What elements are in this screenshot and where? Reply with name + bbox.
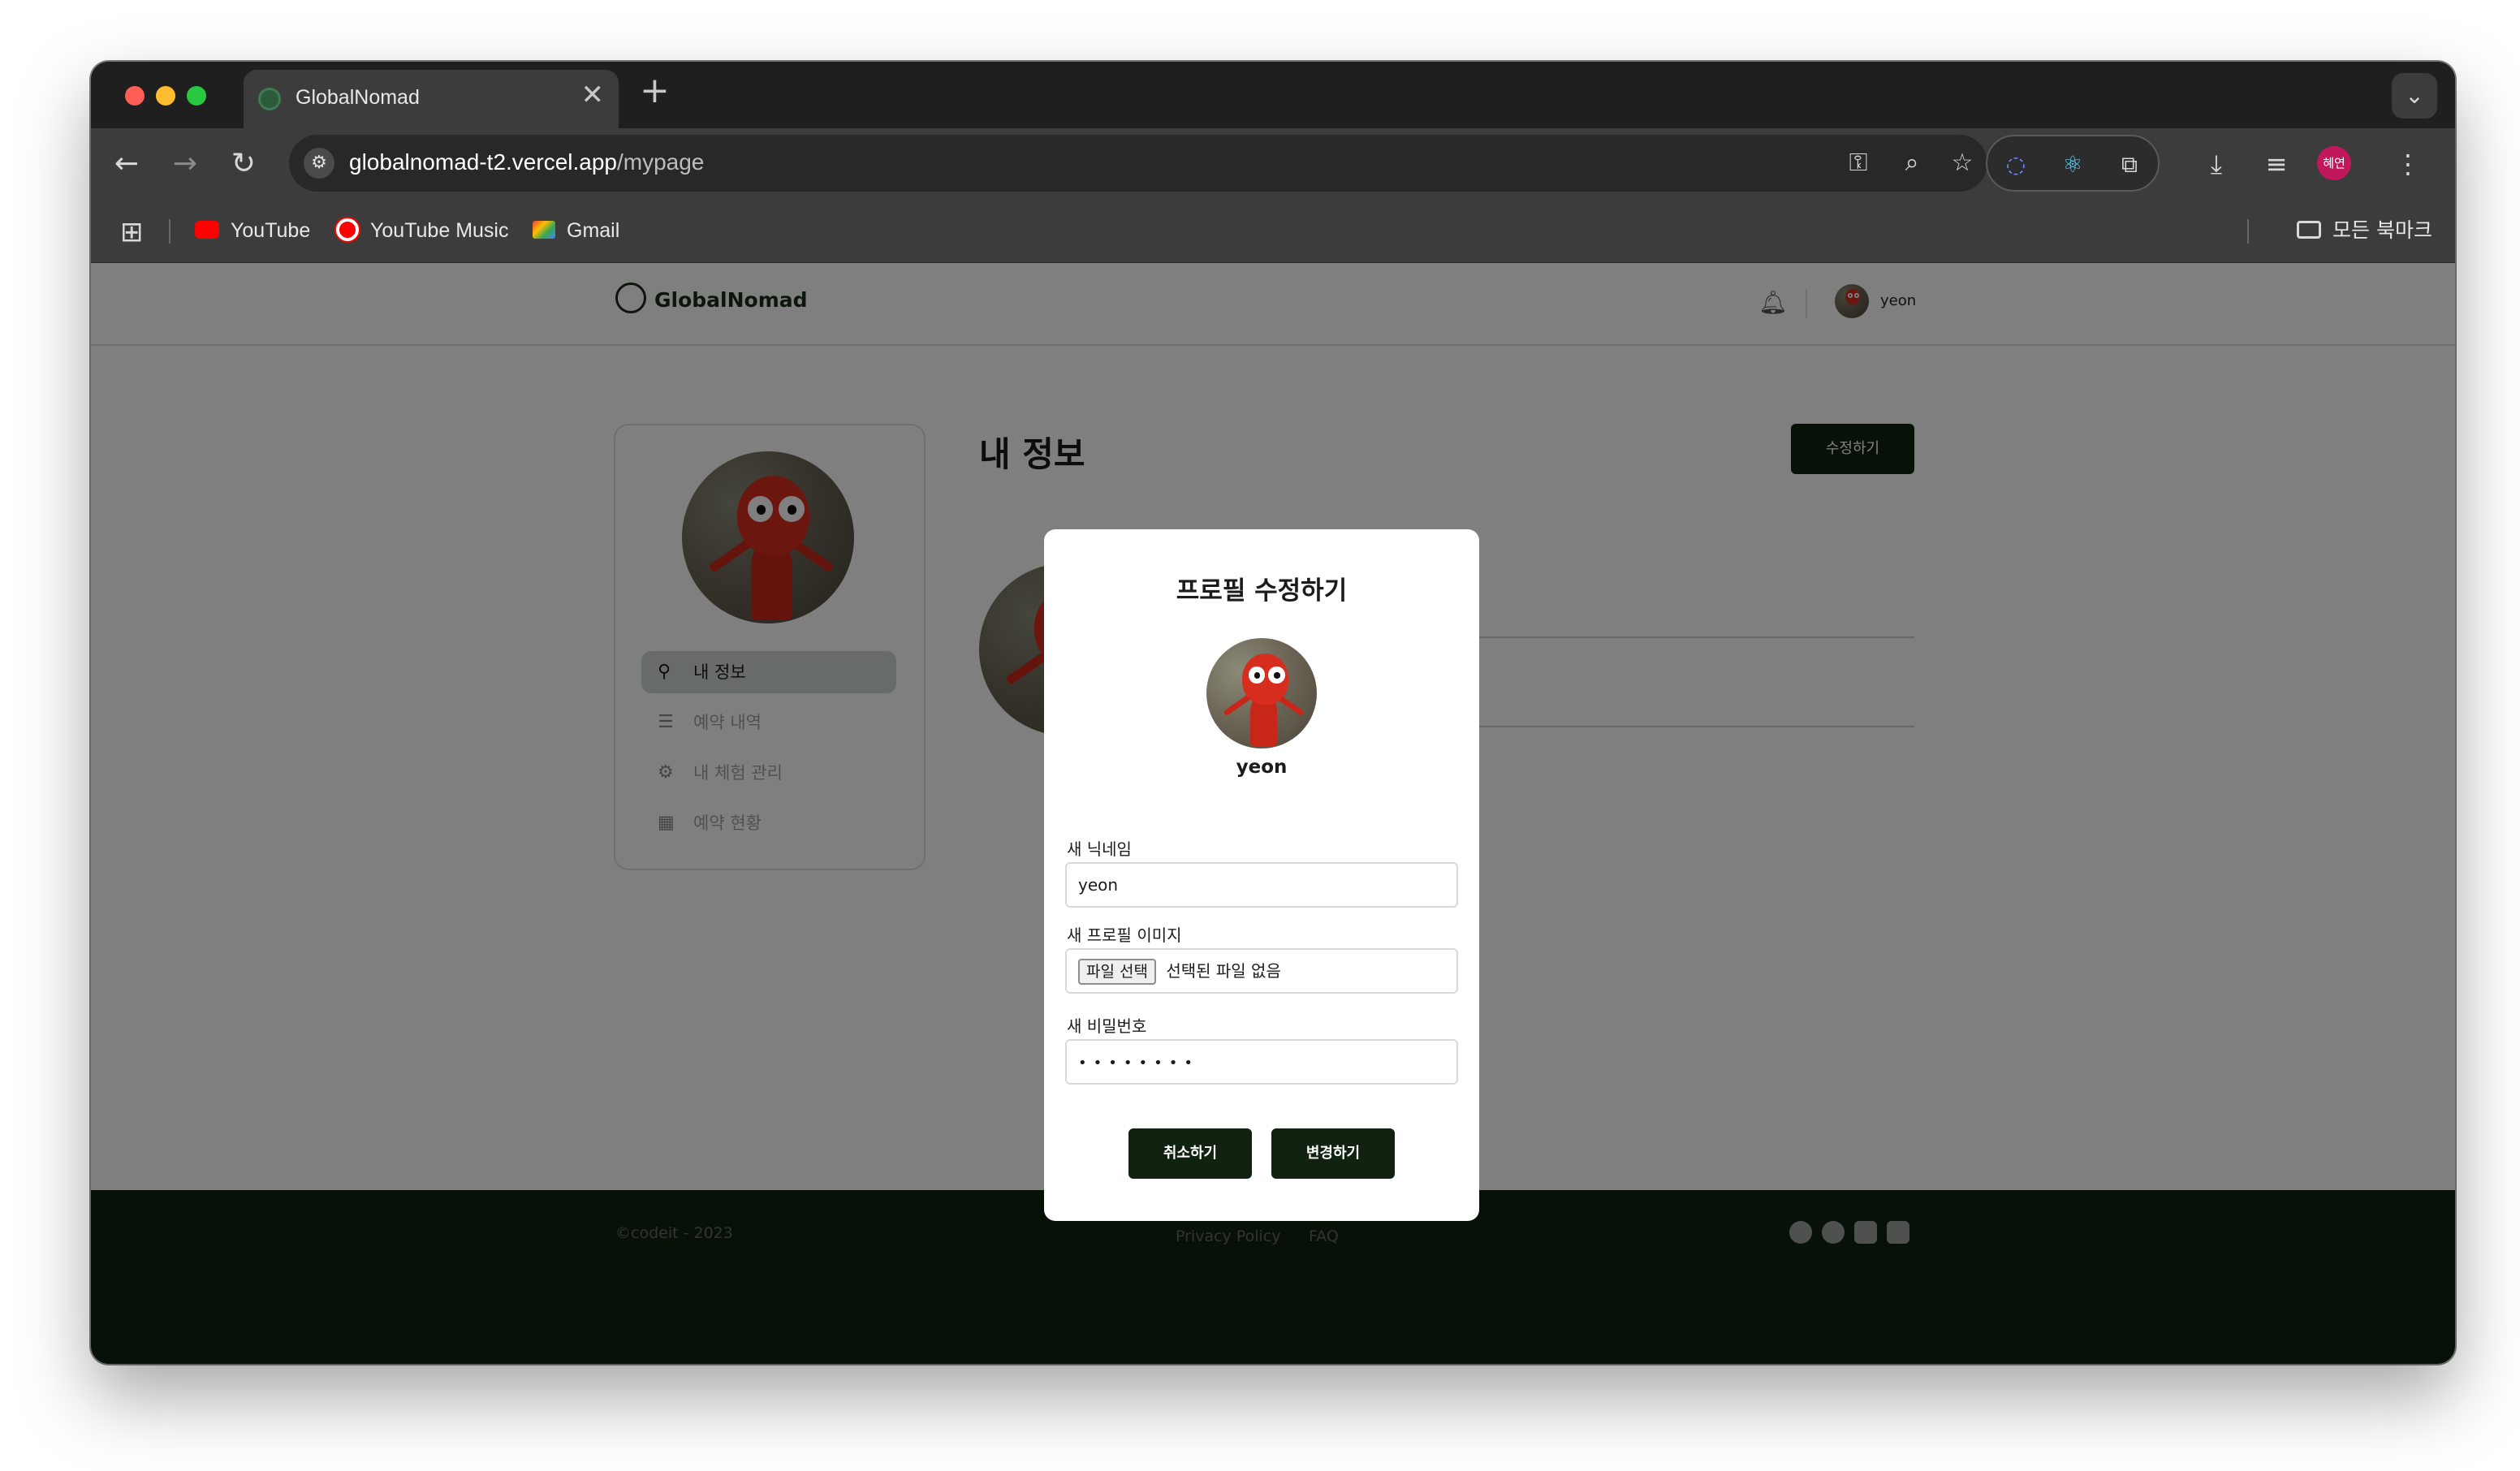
- bookmark-youtube[interactable]: YouTube: [195, 214, 310, 247]
- password-label: 새 비밀번호: [1067, 1016, 1147, 1036]
- browser-toolbar: ← → ↻ ⚙ globalnomad-t2.vercel.app/mypage…: [91, 128, 2455, 200]
- bookmark-youtube-music[interactable]: YouTube Music: [336, 214, 508, 247]
- close-window-button[interactable]: [125, 86, 145, 106]
- profile-avatar[interactable]: 혜연: [2317, 146, 2351, 180]
- maximize-window-button[interactable]: [187, 86, 206, 106]
- apps-grid-icon[interactable]: ⊞: [120, 216, 144, 248]
- url-host: globalnomad-t2.vercel.app: [349, 149, 617, 175]
- extensions-group: ◌ ⚛ ⧉: [1986, 135, 2160, 192]
- modal-avatar: [1206, 638, 1317, 748]
- bookmark-separator: [2247, 219, 2249, 244]
- tab-strip: GlobalNomad ✕ + ⌄: [91, 62, 2455, 128]
- modal-username: yeon: [1236, 757, 1288, 778]
- bookmark-star-icon[interactable]: ☆: [1945, 146, 1979, 180]
- reload-icon[interactable]: ↻: [222, 143, 265, 185]
- more-menu-icon[interactable]: ⋮: [2388, 145, 2427, 183]
- minimize-window-button[interactable]: [156, 86, 175, 106]
- choose-file-button[interactable]: 파일 선택: [1078, 959, 1156, 985]
- gmail-icon: [533, 221, 555, 239]
- profile-edit-modal: 프로필 수정하기 yeon 새 닉네임 yeon 새 프로필 이미지 파일 선택…: [1044, 529, 1479, 1221]
- forward-icon[interactable]: →: [164, 143, 206, 185]
- tab-search-button[interactable]: ⌄: [2392, 73, 2437, 119]
- site-settings-icon[interactable]: ⚙: [304, 148, 334, 179]
- folder-icon: [2297, 221, 2322, 239]
- bookmark-separator: [169, 219, 170, 244]
- extensions-puzzle-icon[interactable]: ⧉: [2112, 148, 2147, 182]
- nickname-label: 새 닉네임: [1067, 839, 1132, 859]
- nickname-input[interactable]: yeon: [1065, 862, 1458, 908]
- address-bar[interactable]: ⚙ globalnomad-t2.vercel.app/mypage ⚿ ⌕ ☆: [289, 135, 1987, 192]
- url-path: /mypage: [616, 149, 705, 175]
- all-bookmarks-folder[interactable]: 모든 북마크: [2297, 214, 2432, 247]
- bookmarks-bar: ⊞ YouTube YouTube Music Gmail 모든 북마크: [91, 200, 2455, 263]
- browser-window: GlobalNomad ✕ + ⌄ ← → ↻ ⚙ globalnomad-t2…: [91, 62, 2455, 1364]
- media-control-icon[interactable]: ≡: [2257, 145, 2296, 183]
- profile-image-label: 새 프로필 이미지: [1067, 925, 1182, 945]
- tab-close-icon[interactable]: ✕: [581, 81, 605, 109]
- submit-button[interactable]: 변경하기: [1271, 1128, 1395, 1179]
- new-tab-button[interactable]: +: [640, 73, 670, 109]
- profile-image-input[interactable]: 파일 선택 선택된 파일 없음: [1065, 948, 1458, 994]
- password-value: ••••••••: [1078, 1055, 1199, 1072]
- youtube-music-icon: [336, 218, 359, 242]
- back-icon[interactable]: ←: [106, 143, 148, 185]
- browser-tab[interactable]: GlobalNomad ✕: [244, 70, 619, 128]
- cancel-button[interactable]: 취소하기: [1128, 1128, 1252, 1179]
- download-icon[interactable]: ⤓: [2197, 145, 2236, 183]
- url-text[interactable]: globalnomad-t2.vercel.app/mypage: [349, 149, 704, 175]
- modal-title: 프로필 수정하기: [1176, 576, 1348, 606]
- globe-favicon-icon: [258, 88, 281, 110]
- bookmark-gmail[interactable]: Gmail: [533, 214, 619, 247]
- zoom-icon[interactable]: ⌕: [1895, 146, 1929, 180]
- password-input[interactable]: ••••••••: [1065, 1039, 1458, 1085]
- file-status-text: 선택된 파일 없음: [1166, 961, 1281, 981]
- extension-icon[interactable]: ◌: [1999, 148, 2033, 182]
- youtube-icon: [195, 221, 219, 239]
- tab-title: GlobalNomad: [296, 86, 420, 109]
- page-viewport: GlobalNomad 🔔︎ yeon ⚲ 내 정보: [91, 263, 2455, 1364]
- password-key-icon[interactable]: ⚿: [1841, 146, 1875, 180]
- react-devtools-icon[interactable]: ⚛: [2056, 148, 2090, 182]
